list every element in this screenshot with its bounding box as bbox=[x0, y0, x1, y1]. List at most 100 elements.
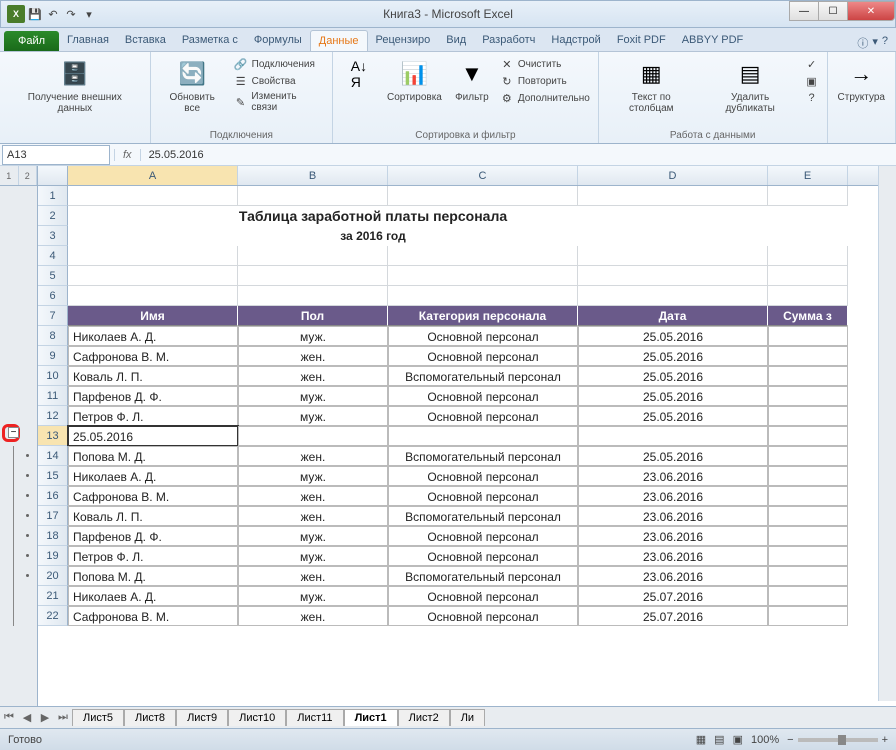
cell[interactable] bbox=[238, 426, 388, 446]
sheet-tab[interactable]: Лист5 bbox=[72, 709, 124, 726]
sort-button[interactable]: 📊 Сортировка bbox=[383, 56, 446, 105]
row-header[interactable]: 5 bbox=[38, 266, 68, 286]
cell[interactable] bbox=[768, 386, 848, 406]
row-header[interactable]: 11 bbox=[38, 386, 68, 406]
cell[interactable] bbox=[768, 246, 848, 266]
col-header-e[interactable]: E bbox=[768, 166, 848, 185]
cell[interactable] bbox=[578, 426, 768, 446]
cell[interactable] bbox=[768, 446, 848, 466]
cell[interactable] bbox=[768, 606, 848, 626]
grid[interactable]: A B C D E 12Таблица заработной платы пер… bbox=[38, 166, 896, 706]
cell[interactable]: Сафронова В. М. bbox=[68, 606, 238, 626]
cell[interactable]: Вспомогательный персонал bbox=[388, 506, 578, 526]
outline-level-2[interactable]: 2 bbox=[19, 166, 38, 185]
cell[interactable]: Коваль Л. П. bbox=[68, 506, 238, 526]
cell[interactable] bbox=[768, 426, 848, 446]
sheet-tab[interactable]: Лист1 bbox=[344, 709, 398, 726]
clear-filter-button[interactable]: ✕Очистить bbox=[498, 56, 592, 72]
zoom-value[interactable]: 100% bbox=[751, 734, 779, 746]
filter-button[interactable]: ▼ Фильтр bbox=[450, 56, 494, 105]
cell[interactable]: Сафронова В. М. bbox=[68, 346, 238, 366]
consolidate-button[interactable]: ▣ bbox=[803, 73, 821, 89]
row-header[interactable]: 4 bbox=[38, 246, 68, 266]
sheet-tab[interactable]: Ли bbox=[450, 709, 485, 726]
row-header[interactable]: 8 bbox=[38, 326, 68, 346]
cell[interactable]: жен. bbox=[238, 506, 388, 526]
cell[interactable] bbox=[388, 246, 578, 266]
cell[interactable]: Основной персонал bbox=[388, 406, 578, 426]
cell[interactable]: Петров Ф. Л. bbox=[68, 546, 238, 566]
row-header[interactable]: 9 bbox=[38, 346, 68, 366]
maximize-button[interactable]: ☐ bbox=[818, 1, 848, 21]
qat-more-icon[interactable]: ▾ bbox=[81, 6, 97, 22]
ribbon-tab[interactable]: Рецензиро bbox=[368, 30, 439, 51]
cell[interactable] bbox=[68, 186, 238, 206]
cell[interactable]: Основной персонал bbox=[388, 346, 578, 366]
cell[interactable]: Сафронова В. М. bbox=[68, 486, 238, 506]
redo-icon[interactable]: ↷ bbox=[63, 6, 79, 22]
fx-icon[interactable]: fx bbox=[114, 149, 141, 161]
ribbon-tab[interactable]: Вид bbox=[438, 30, 474, 51]
row-header[interactable]: 16 bbox=[38, 486, 68, 506]
outline-level-1[interactable]: 1 bbox=[0, 166, 19, 185]
sort-az-button[interactable]: A↓Я bbox=[339, 56, 379, 92]
col-header-c[interactable]: C bbox=[388, 166, 578, 185]
cell[interactable] bbox=[768, 326, 848, 346]
row-header[interactable]: 15 bbox=[38, 466, 68, 486]
cell[interactable] bbox=[578, 266, 768, 286]
ribbon-tab[interactable]: Разметка с bbox=[174, 30, 246, 51]
row-header[interactable]: 7 bbox=[38, 306, 68, 326]
cell[interactable]: 23.06.2016 bbox=[578, 546, 768, 566]
row-header[interactable]: 14 bbox=[38, 446, 68, 466]
zoom-in-icon[interactable]: + bbox=[882, 734, 888, 746]
cell[interactable] bbox=[768, 266, 848, 286]
minimize-button[interactable]: — bbox=[789, 1, 819, 21]
col-header-d[interactable]: D bbox=[578, 166, 768, 185]
row-header[interactable]: 22 bbox=[38, 606, 68, 626]
sheet-tab[interactable]: Лист8 bbox=[124, 709, 176, 726]
row-header[interactable]: 2 bbox=[38, 206, 68, 226]
ribbon-tab[interactable]: Надстрой bbox=[543, 30, 608, 51]
view-layout-icon[interactable]: ▤ bbox=[714, 733, 724, 746]
row-header[interactable]: 18 bbox=[38, 526, 68, 546]
cell[interactable]: Дата bbox=[578, 306, 768, 326]
cell[interactable]: муж. bbox=[238, 586, 388, 606]
ribbon-tab[interactable]: ABBYY PDF bbox=[674, 30, 752, 51]
tab-nav-next[interactable]: ▶ bbox=[36, 711, 54, 724]
cell[interactable]: Пол bbox=[238, 306, 388, 326]
cell[interactable]: муж. bbox=[238, 466, 388, 486]
cell[interactable] bbox=[68, 266, 238, 286]
cell[interactable]: жен. bbox=[238, 346, 388, 366]
tab-nav-last[interactable]: ⏭ bbox=[54, 711, 72, 724]
advanced-filter-button[interactable]: ⚙Дополнительно bbox=[498, 90, 592, 106]
cell[interactable] bbox=[238, 286, 388, 306]
view-normal-icon[interactable]: ▦ bbox=[696, 733, 706, 746]
row-header[interactable]: 19 bbox=[38, 546, 68, 566]
cell[interactable]: Парфенов Д. Ф. bbox=[68, 386, 238, 406]
cell[interactable] bbox=[768, 406, 848, 426]
cell[interactable]: муж. bbox=[238, 546, 388, 566]
cell[interactable] bbox=[678, 226, 758, 246]
cell[interactable] bbox=[768, 186, 848, 206]
refresh-all-button[interactable]: 🔄 Обновить все bbox=[157, 56, 228, 116]
cell[interactable]: Основной персонал bbox=[388, 526, 578, 546]
zoom-slider[interactable]: − + bbox=[787, 734, 888, 746]
row-header[interactable]: 6 bbox=[38, 286, 68, 306]
cell[interactable]: жен. bbox=[238, 566, 388, 586]
cell[interactable]: Основной персонал bbox=[388, 486, 578, 506]
what-if-button[interactable]: ? bbox=[803, 90, 821, 106]
row-header[interactable]: 21 bbox=[38, 586, 68, 606]
properties-button[interactable]: ☰Свойства bbox=[232, 73, 326, 89]
cell[interactable]: Николаев А. Д. bbox=[68, 586, 238, 606]
cell[interactable]: муж. bbox=[238, 406, 388, 426]
close-button[interactable]: ✕ bbox=[847, 1, 895, 21]
ribbon-tab[interactable]: Формулы bbox=[246, 30, 310, 51]
ribbon-tab[interactable]: Данные bbox=[310, 30, 368, 51]
cell[interactable]: 23.06.2016 bbox=[578, 566, 768, 586]
cell[interactable] bbox=[768, 366, 848, 386]
ribbon-tab[interactable]: Разработч bbox=[474, 30, 543, 51]
cell[interactable]: Основной персонал bbox=[388, 466, 578, 486]
cell[interactable]: жен. bbox=[238, 366, 388, 386]
reapply-button[interactable]: ↻Повторить bbox=[498, 73, 592, 89]
row-header[interactable]: 17 bbox=[38, 506, 68, 526]
